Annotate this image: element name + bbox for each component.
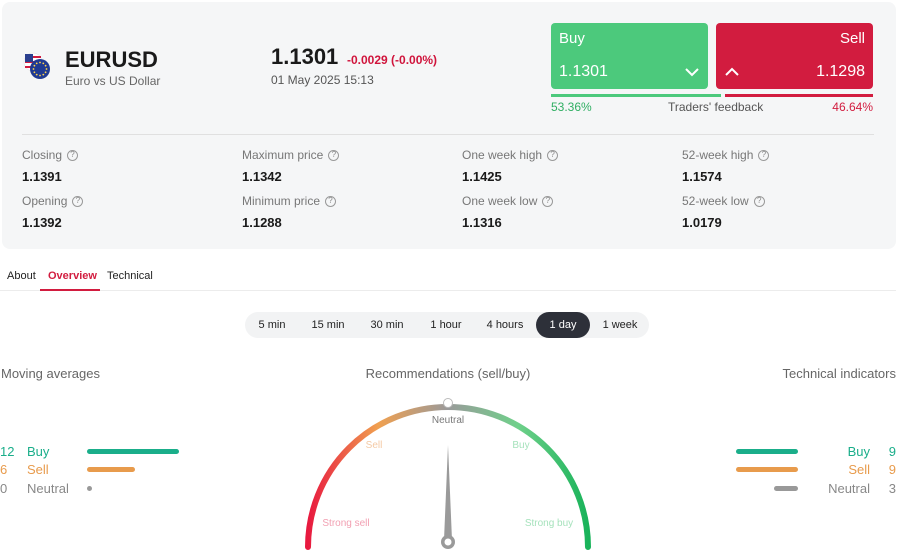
ma-row-neutral: 0 Neutral — [0, 481, 200, 497]
ti-buy-label: Buy — [847, 444, 870, 459]
stat-minimum-price: Minimum price? 1.1288 — [242, 194, 337, 230]
feedback-sell-percent: 46.64% — [832, 100, 873, 114]
stat-52-week-high: 52-week high? 1.1574 — [682, 148, 770, 184]
buy-button[interactable]: Buy 1.1301 — [551, 23, 708, 89]
tab-about[interactable]: About — [7, 270, 36, 282]
buy-price: 1.1301 — [559, 63, 608, 80]
help-icon[interactable]: ? — [542, 195, 554, 207]
stat-label: Closing — [22, 148, 63, 162]
feedback-buy-bar — [551, 94, 721, 97]
stat-value: 1.1425 — [462, 169, 502, 184]
traders-feedback-label: Traders' feedback — [668, 100, 764, 114]
ma-sell-count: 6 — [0, 462, 8, 477]
tab-overview[interactable]: Overview — [48, 270, 97, 282]
gauge-needle — [441, 445, 455, 549]
ti-row-buy: Buy 9 — [736, 444, 896, 460]
help-icon[interactable]: ? — [72, 195, 84, 207]
gauge-strong-sell-label: Strong sell — [322, 518, 369, 529]
period-30-min[interactable]: 30 min — [359, 312, 415, 338]
sell-button[interactable]: Sell 1.1298 — [716, 23, 873, 89]
ti-neutral-bar — [774, 486, 798, 491]
help-icon[interactable]: ? — [328, 149, 340, 161]
stat-label: One week high — [462, 148, 543, 162]
ti-neutral-label: Neutral — [828, 481, 870, 496]
stat-value: 1.1392 — [22, 215, 62, 230]
ma-sell-label: Sell — [27, 462, 49, 477]
stat-label: Minimum price — [242, 194, 321, 208]
stat-value: 1.1288 — [242, 215, 282, 230]
stat-label: One week low — [462, 194, 538, 208]
ma-row-sell: 6 Sell — [0, 462, 200, 478]
ti-buy-count: 9 — [888, 444, 896, 459]
period-4-hours[interactable]: 4 hours — [477, 312, 533, 338]
ti-sell-bar — [736, 467, 798, 472]
gauge-sell-label: Sell — [366, 440, 383, 451]
stat-label: Maximum price — [242, 148, 324, 162]
stat-52-week-low: 52-week low? 1.0179 — [682, 194, 765, 230]
ti-row-neutral: Neutral 3 — [736, 481, 896, 497]
period-selector: 5 min 15 min 30 min 1 hour 4 hours 1 day… — [245, 312, 649, 338]
ma-buy-bar — [87, 449, 179, 454]
ma-neutral-count: 0 — [0, 481, 8, 496]
stat-label: Opening — [22, 194, 68, 208]
help-icon[interactable]: ? — [325, 195, 337, 207]
stat-one-week-low: One week low? 1.1316 — [462, 194, 554, 230]
tab-bar: About Overview Technical — [0, 264, 896, 291]
period-1-day[interactable]: 1 day — [536, 312, 590, 338]
recommendation-gauge: Neutral Sell Buy Strong sell Strong buy — [305, 398, 591, 550]
ma-neutral-bar — [87, 486, 92, 491]
stat-maximum-price: Maximum price? 1.1342 — [242, 148, 340, 184]
stat-value: 1.1342 — [242, 169, 282, 184]
instrument-description: Euro vs US Dollar — [65, 74, 161, 88]
feedback-buy-percent: 53.36% — [551, 100, 592, 114]
feedback-sell-bar — [725, 94, 873, 97]
technical-indicators-title: Technical indicators — [782, 366, 896, 381]
stat-one-week-high: One week high? 1.1425 — [462, 148, 559, 184]
gauge-top-marker — [443, 398, 453, 408]
gauge-neutral-label: Neutral — [432, 415, 464, 426]
tab-technical[interactable]: Technical — [107, 270, 153, 282]
sell-price: 1.1298 — [816, 63, 865, 80]
chevron-down-icon — [685, 68, 699, 77]
stat-opening: Opening? 1.1392 — [22, 194, 84, 230]
period-5-min[interactable]: 5 min — [248, 312, 296, 338]
period-1-week[interactable]: 1 week — [593, 312, 647, 338]
buy-button-label: Buy — [559, 30, 585, 47]
ma-buy-label: Buy — [27, 444, 50, 459]
stat-value: 1.0179 — [682, 215, 722, 230]
ma-buy-count: 12 — [0, 444, 15, 459]
recommendations-title: Recommendations (sell/buy) — [365, 366, 531, 381]
ma-neutral-label: Neutral — [27, 481, 69, 496]
ma-row-buy: 12 Buy — [0, 444, 200, 460]
ti-sell-count: 9 — [888, 462, 896, 477]
gauge-strong-buy-label: Strong buy — [525, 518, 573, 529]
sell-button-label: Sell — [839, 30, 865, 47]
ti-sell-label: Sell — [848, 462, 870, 477]
gauge-buy-label: Buy — [512, 440, 529, 451]
period-15-min[interactable]: 15 min — [301, 312, 355, 338]
help-icon[interactable]: ? — [547, 149, 559, 161]
help-icon[interactable]: ? — [67, 149, 79, 161]
price-change: -0.0029 (-0.00%) — [347, 53, 438, 67]
stat-value: 1.1574 — [682, 169, 722, 184]
stat-value: 1.1316 — [462, 215, 502, 230]
help-icon[interactable]: ? — [753, 195, 765, 207]
price-datetime: 01 May 2025 15:13 — [271, 73, 374, 87]
active-tab-indicator — [40, 289, 100, 291]
ti-neutral-count: 3 — [888, 481, 896, 496]
stat-label: 52-week low — [682, 194, 749, 208]
chevron-up-icon — [725, 67, 739, 76]
period-1-hour[interactable]: 1 hour — [419, 312, 473, 338]
card-divider — [22, 134, 874, 135]
ma-sell-bar — [87, 467, 135, 472]
current-price: 1.1301 — [271, 44, 339, 69]
help-icon[interactable]: ? — [758, 149, 770, 161]
ti-buy-bar — [736, 449, 798, 454]
stat-label: 52-week high — [682, 148, 754, 162]
stat-value: 1.1391 — [22, 169, 62, 184]
ti-row-sell: Sell 9 — [736, 462, 896, 478]
eu-us-flag-icon — [23, 52, 50, 79]
instrument-symbol: EURUSD — [65, 47, 158, 72]
stat-closing: Closing? 1.1391 — [22, 148, 79, 184]
